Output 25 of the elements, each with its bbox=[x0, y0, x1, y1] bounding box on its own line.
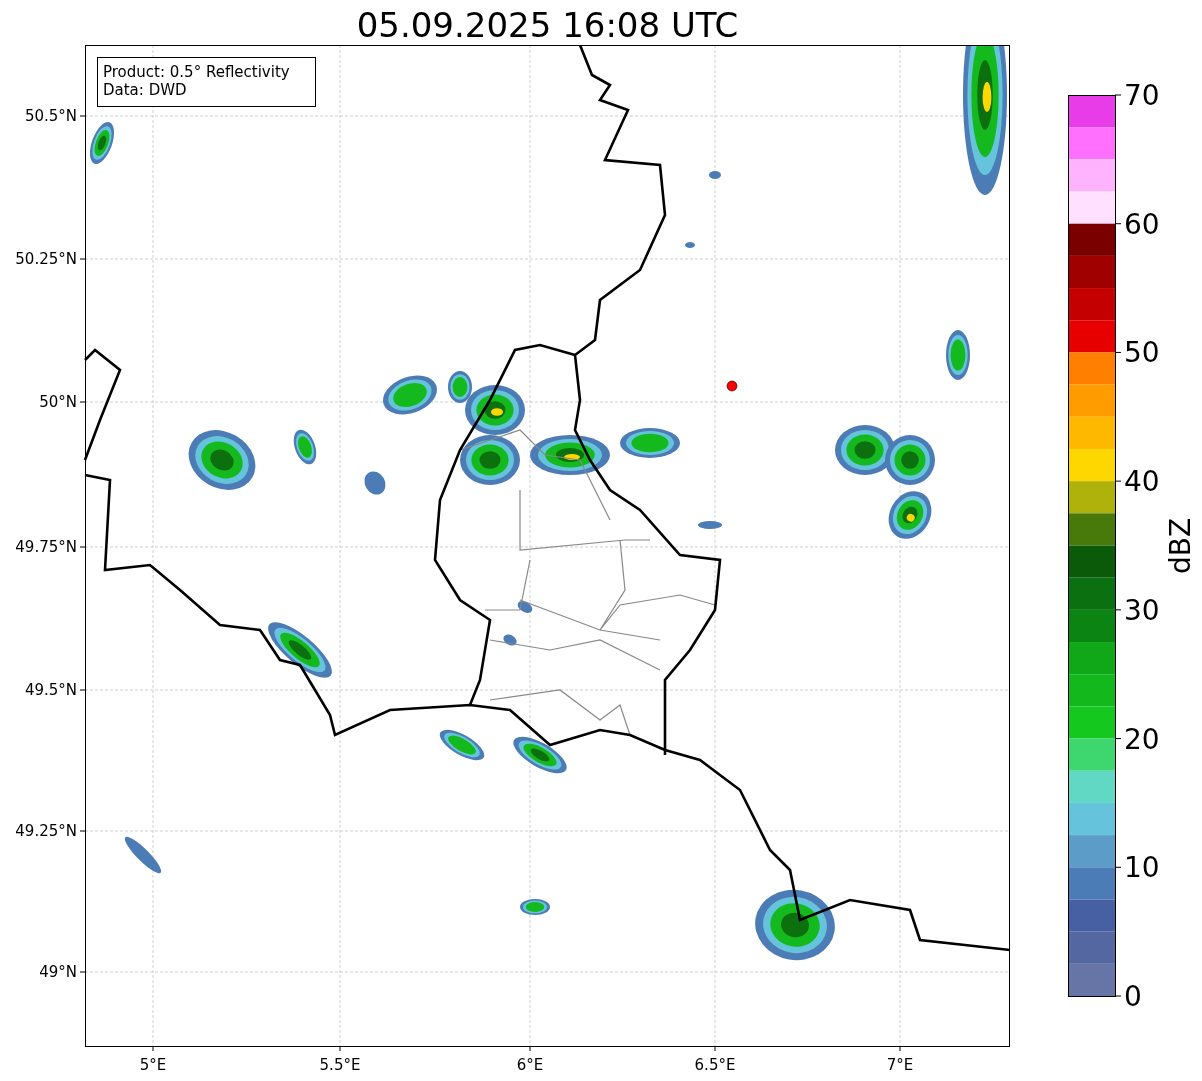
info-text: Data: DWD bbox=[103, 81, 187, 99]
longitude-label: 6°E bbox=[516, 1056, 544, 1074]
latitude-label: 50.5°N bbox=[24, 107, 77, 125]
info-text: Product: 0.5° Reflectivity bbox=[103, 63, 290, 81]
colorbar-tick-label: 10 bbox=[1124, 851, 1160, 885]
colorbar-tick-label: 50 bbox=[1124, 336, 1160, 370]
longitude-label: 6.5°E bbox=[694, 1056, 736, 1074]
longitude-label: 5.5°E bbox=[319, 1056, 361, 1074]
latitude-label: 50.25°N bbox=[15, 250, 77, 268]
longitude-label: 7°E bbox=[886, 1056, 914, 1074]
location-marker-icon bbox=[726, 380, 738, 392]
latitude-label: 49.25°N bbox=[15, 822, 77, 840]
chart-title: 05.09.2025 16:08 UTC bbox=[356, 5, 739, 45]
colorbar-tick-label: 70 bbox=[1124, 79, 1160, 112]
colorbar-tick-label: 40 bbox=[1124, 465, 1160, 499]
latitude-label: 49°N bbox=[39, 963, 77, 981]
latitude-label: 49.5°N bbox=[24, 681, 77, 699]
latitude-label: 49.75°N bbox=[15, 538, 77, 556]
colorbar-tick-label: 0 bbox=[1124, 980, 1142, 1013]
colorbar-tick-label: 30 bbox=[1124, 593, 1160, 627]
colorbar-tick-label: 20 bbox=[1124, 722, 1160, 756]
latitude-label: 50°N bbox=[39, 393, 77, 411]
colorbar-title: dBZ bbox=[1164, 517, 1197, 575]
longitude-label: 5°E bbox=[139, 1056, 167, 1074]
colorbar-tick-label: 60 bbox=[1124, 207, 1160, 241]
